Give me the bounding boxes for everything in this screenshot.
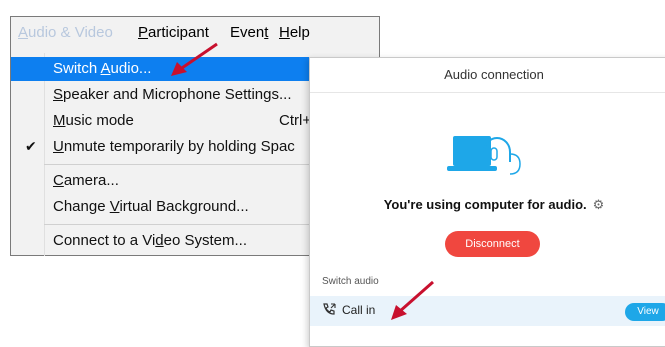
virtual-bg-label: Change Virtual Background... (53, 198, 249, 215)
menu-audio-video[interactable]: Audio & Video (18, 24, 113, 41)
audio-status-text: You're using computer for audio. ⚙ (310, 197, 665, 213)
disconnect-button[interactable]: Disconnect (445, 231, 540, 257)
view-button[interactable]: View (625, 303, 665, 321)
camera-label: Camera... (53, 172, 119, 189)
speaker-mic-label: Speaker and Microphone Settings... (53, 86, 292, 103)
switch-audio-section-label: Switch audio (322, 276, 379, 287)
menu-help[interactable]: Help (279, 24, 310, 41)
video-system-label: Connect to a Video System... (53, 232, 248, 249)
music-mode-label: Music mode (53, 112, 134, 129)
dialog-titlebar: Audio connection × (310, 58, 665, 93)
gear-icon[interactable]: ⚙ (593, 197, 605, 212)
dialog-title: Audio connection (444, 67, 544, 82)
menubar: Audio & Video Participant Event Help (11, 17, 379, 47)
checkmark-icon: ✔ (25, 138, 37, 154)
call-in-label: Call in (342, 303, 376, 317)
switch-audio-label: Switch Audio... (53, 60, 152, 77)
call-in-row[interactable]: Call in View (310, 296, 665, 326)
computer-audio-icon (447, 136, 521, 175)
audio-connection-dialog: Audio connection × You're using computer… (309, 57, 665, 347)
status-text: You're using computer for audio. (383, 197, 587, 212)
menu-participant[interactable]: Participant (138, 24, 209, 41)
phone-icon (323, 303, 336, 315)
unmute-temp-label: Unmute temporarily by holding Spac (53, 138, 295, 155)
menu-event[interactable]: Event (230, 24, 268, 41)
